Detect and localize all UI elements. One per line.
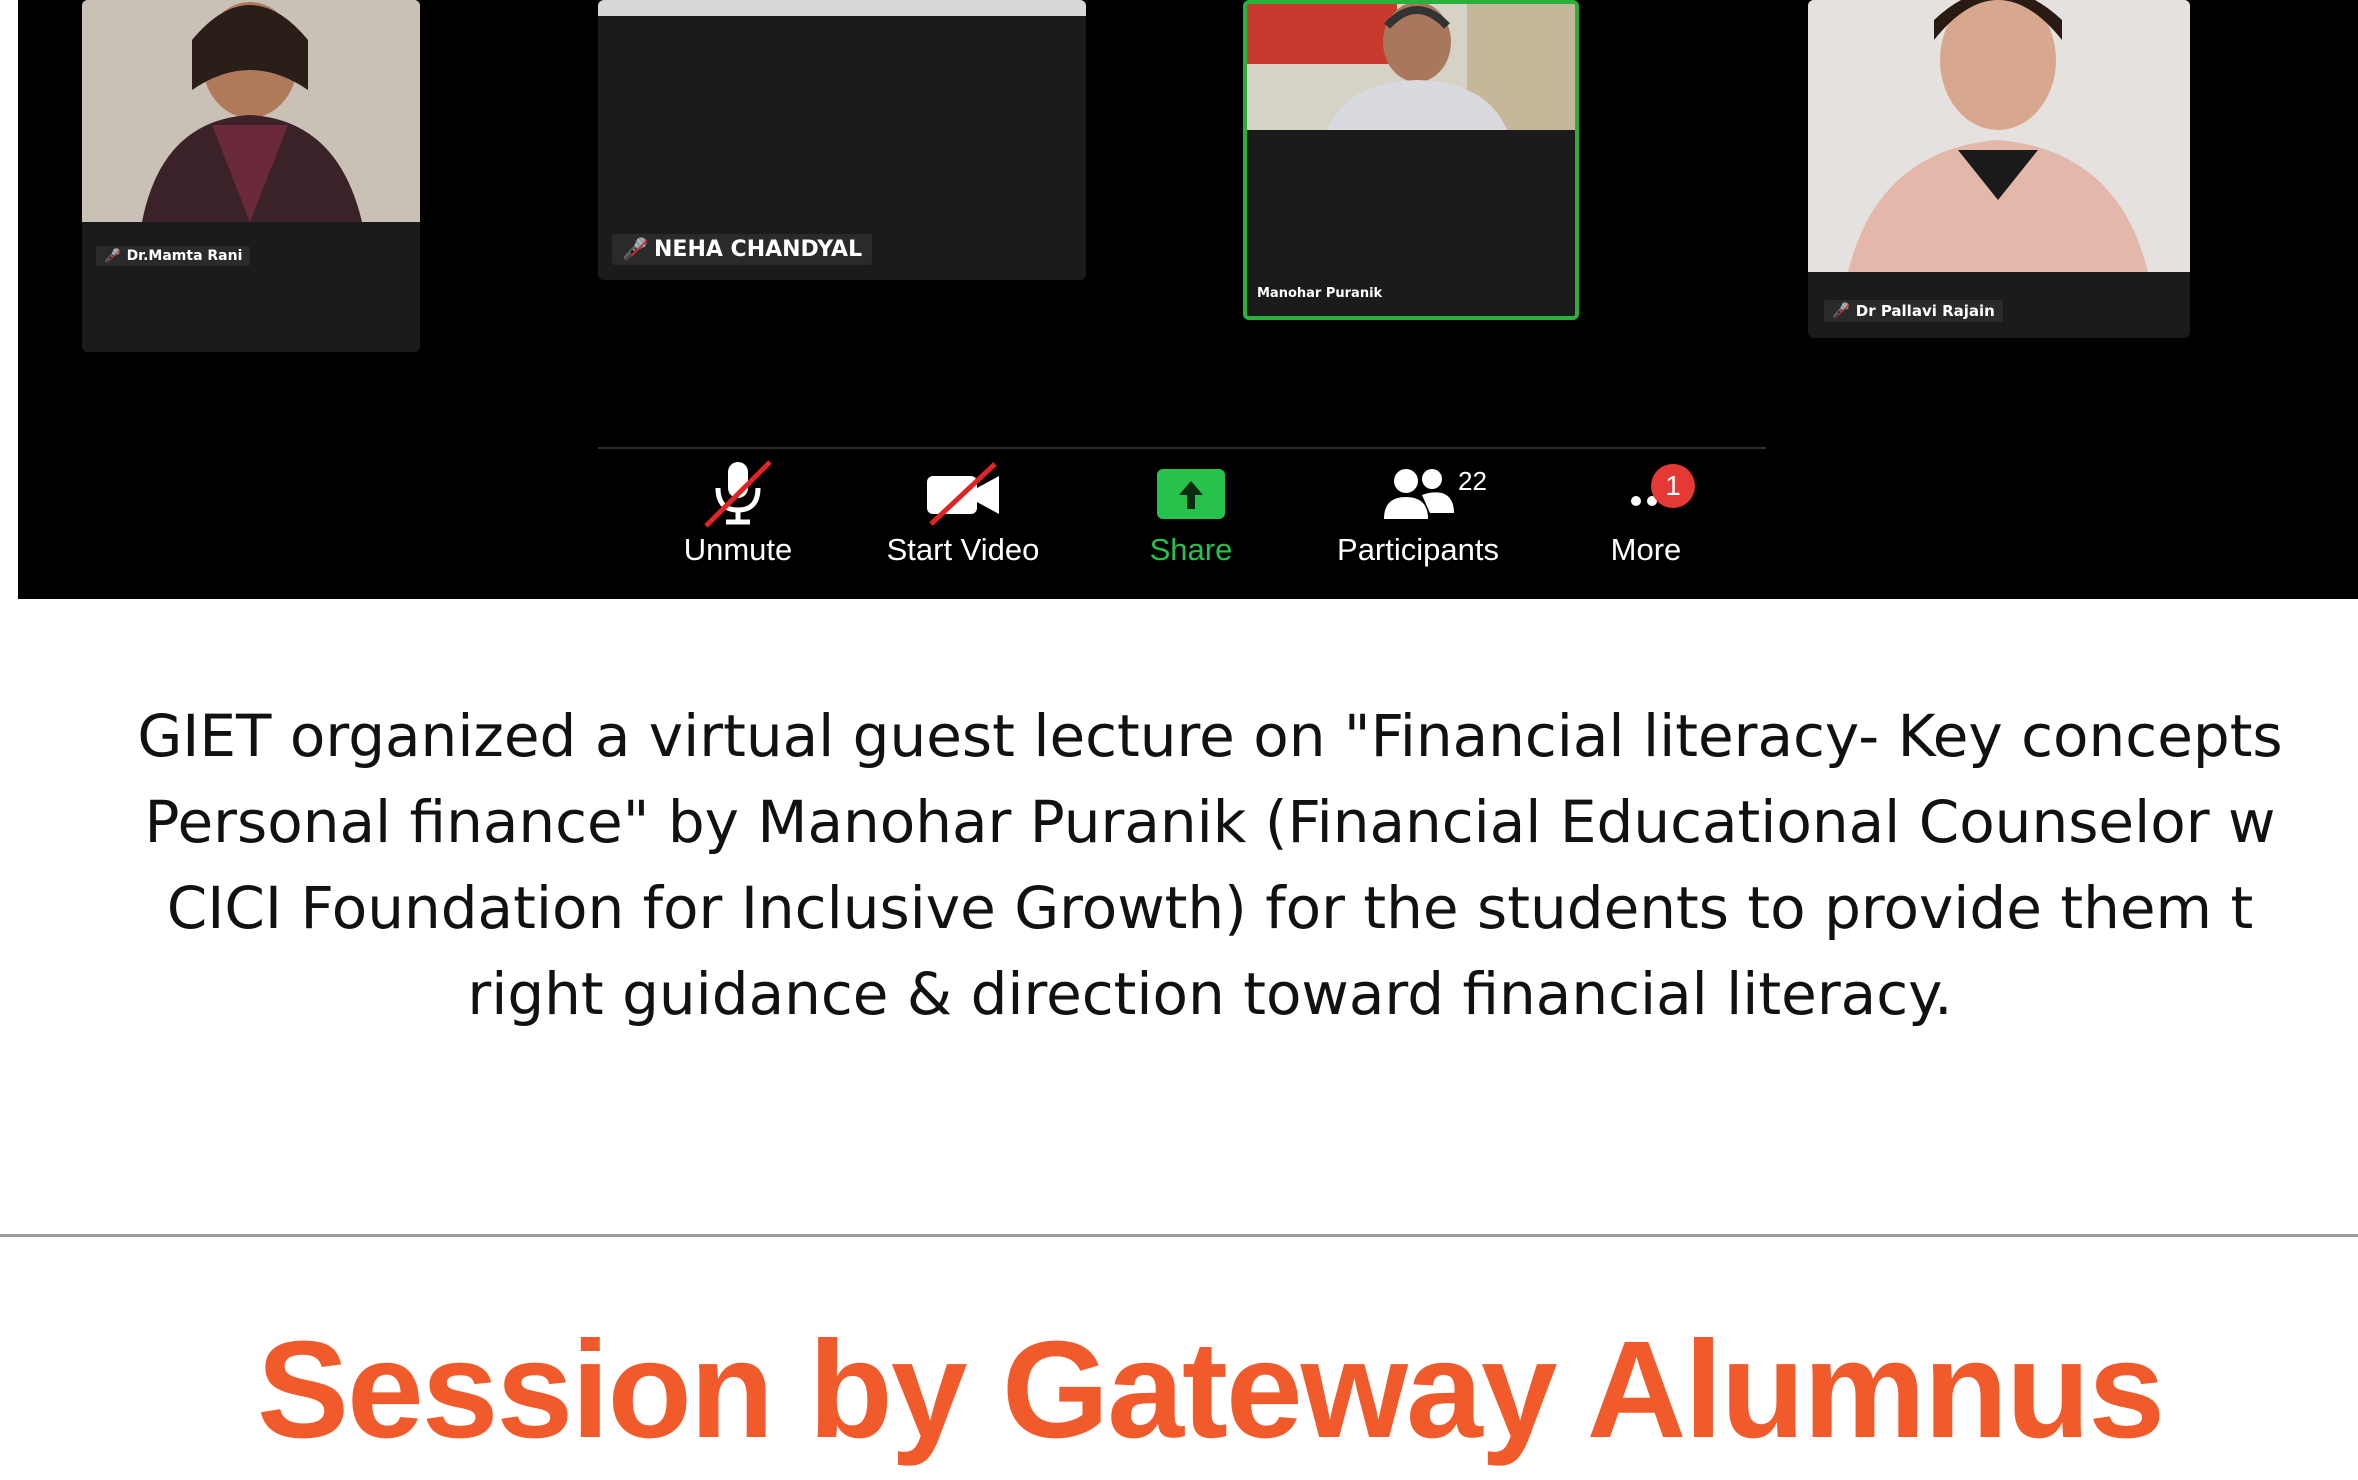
section-divider (0, 1234, 2358, 1237)
share-screen-icon (1146, 460, 1236, 526)
participant-name-tag: Manohar Puranik (1257, 286, 1382, 301)
participant-name: Manohar Puranik (1257, 286, 1383, 301)
participants-icon (1373, 460, 1463, 526)
participant-name-tag: 🎤̸ Dr.Mamta Rani (96, 246, 251, 266)
participant-tile[interactable]: 🎤̸ Dr Pallavi Rajain (1808, 0, 2190, 338)
participant-tile-active[interactable]: Manohar Puranik (1243, 0, 1579, 320)
zoom-meeting-window: 🎤̸ Dr.Mamta Rani 🎤̸ NEHA CHANDYAL Manoha… (18, 0, 2358, 599)
share-button[interactable]: Share (1118, 460, 1264, 580)
start-video-label: Start Video (886, 532, 1040, 567)
participant-video (1808, 0, 2190, 272)
toolbar-divider (598, 447, 1766, 449)
participant-image (1808, 0, 2190, 272)
participant-image (1247, 4, 1575, 130)
participant-video (1247, 4, 1575, 130)
participant-image (82, 0, 420, 222)
participant-name: Dr.Mamta Rani (126, 248, 243, 264)
participants-count: 22 (1458, 466, 1487, 496)
participant-video (82, 0, 420, 222)
section-title: Session by Gateway Alumnus (256, 1313, 2165, 1467)
participant-video (598, 0, 1086, 16)
unmute-button[interactable]: Unmute (658, 460, 818, 580)
participants-label: Participants (1337, 532, 1499, 567)
start-video-button[interactable]: Start Video (873, 460, 1053, 580)
microphone-muted-icon (693, 460, 783, 528)
participant-name-tag: 🎤̸ Dr Pallavi Rajain (1824, 300, 2003, 322)
description-line: right guidance & direction toward financ… (467, 960, 1953, 1028)
description-line: Personal finance" by Manohar Puranik (Fi… (144, 788, 2276, 856)
description-line: GIET organized a virtual guest lecture o… (137, 702, 2283, 770)
mic-off-icon: 🎤̸ (1832, 303, 1850, 319)
mic-off-icon: 🎤̸ (104, 248, 121, 264)
event-description: GIET organized a virtual guest lecture o… (0, 693, 2358, 1037)
mic-off-icon: 🎤̸ (622, 237, 649, 261)
participant-name: NEHA CHANDYAL (654, 237, 863, 262)
description-line: CICI Foundation for Inclusive Growth) fo… (166, 874, 2254, 942)
participant-tile[interactable]: 🎤̸ NEHA CHANDYAL (598, 0, 1086, 280)
camera-off-icon (918, 460, 1008, 526)
participant-tile[interactable]: 🎤̸ Dr.Mamta Rani (82, 0, 420, 352)
more-label: More (1610, 532, 1682, 567)
unmute-label: Unmute (683, 532, 793, 567)
notification-badge: 1 (1651, 464, 1695, 508)
participant-name-tag: 🎤̸ NEHA CHANDYAL (612, 234, 873, 265)
share-label: Share (1149, 532, 1233, 567)
participant-name: Dr Pallavi Rajain (1855, 302, 1995, 320)
